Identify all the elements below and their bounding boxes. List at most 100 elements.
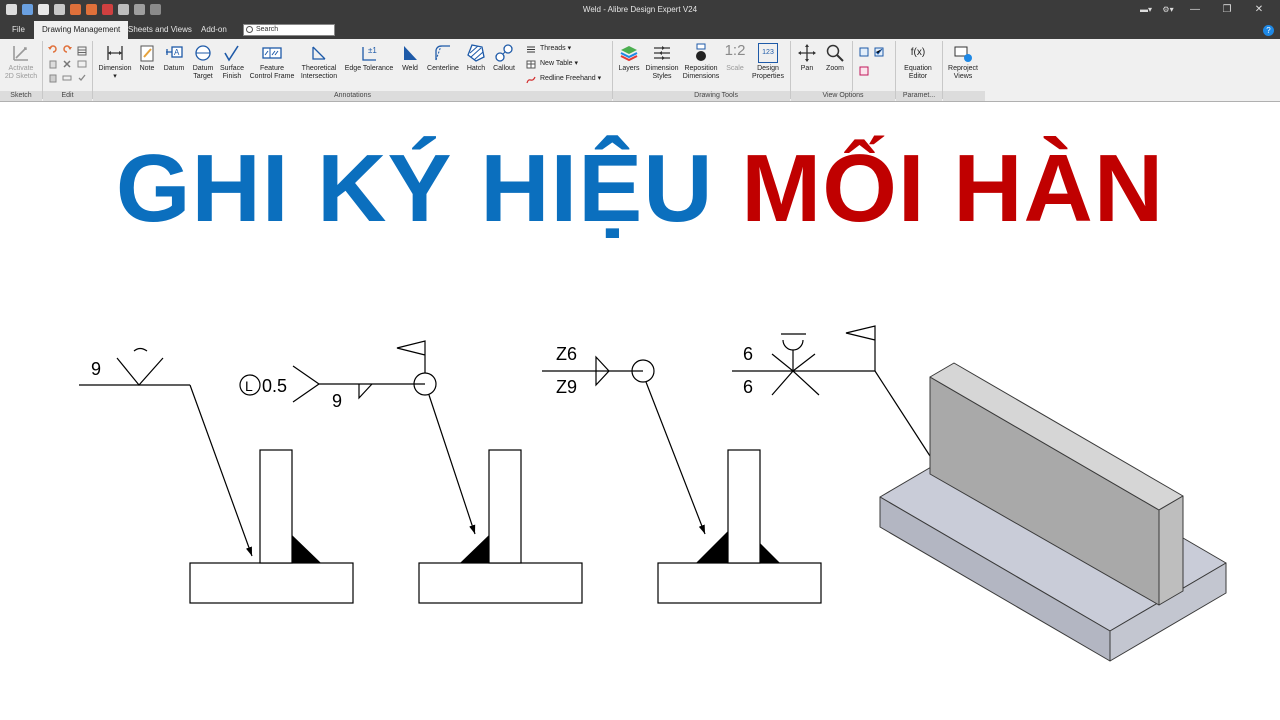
surface-finish-icon: [224, 45, 239, 62]
copy-icon[interactable]: [48, 59, 58, 69]
weld-drawing: 9 L 0.5 9 Z6 Z9 6 6: [79, 325, 1227, 662]
weld-symbol-3: Z6 Z9: [542, 344, 706, 535]
zoom-icon: [826, 44, 844, 62]
datum-target-label-2: Target: [193, 73, 213, 80]
hatch-label: Hatch: [466, 65, 486, 72]
threads-icon: [527, 46, 535, 53]
dimension-label: Dimension: [98, 65, 132, 72]
equation-editor-button[interactable]: f(x) Equation Editor: [898, 41, 938, 81]
redline-freehand-button[interactable]: Redline Freehand ▾: [526, 73, 601, 85]
reproject-views-icon: [954, 46, 972, 62]
hatch-icon: [467, 44, 485, 62]
redline-icon: [526, 76, 536, 84]
reposition-label-2: Dimensions: [682, 73, 720, 80]
dimension-icon: [107, 46, 123, 60]
close-button[interactable]: ✕: [1246, 2, 1272, 18]
weld-top-label: 6: [743, 344, 753, 364]
threads-label: Threads: [540, 45, 566, 52]
search-input[interactable]: Search: [243, 24, 335, 36]
datum-button[interactable]: A Datum: [160, 41, 188, 73]
activate-2d-sketch-button[interactable]: Activate 2D Sketch: [4, 41, 38, 81]
svg-text:A: A: [174, 48, 180, 57]
tab-sheets-and-views[interactable]: Sheets and Views: [120, 21, 200, 39]
new-table-button[interactable]: New Table ▾: [526, 58, 578, 70]
dimension-styles-label-2: Styles: [652, 73, 672, 80]
minimize-button[interactable]: —: [1182, 2, 1208, 18]
check-icon[interactable]: [77, 73, 87, 83]
zoom-button[interactable]: Zoom: [822, 41, 848, 73]
delete-icon[interactable]: [62, 59, 72, 69]
callout-button[interactable]: Callout: [490, 41, 518, 73]
note-icon: [140, 45, 154, 62]
note-button[interactable]: Note: [135, 41, 159, 73]
search-placeholder: Search: [256, 26, 279, 33]
pan-icon: [798, 44, 816, 62]
dimension-styles-button[interactable]: Dimension Styles: [644, 41, 680, 81]
help-icon[interactable]: ?: [1263, 25, 1274, 36]
layers-button[interactable]: Layers: [615, 41, 643, 73]
threads-button[interactable]: Threads ▾: [526, 43, 571, 55]
group-label-drawing-tools: Drawing Tools: [613, 91, 790, 101]
dimension-styles-icon: [654, 46, 670, 60]
pan-button[interactable]: Pan: [794, 41, 820, 73]
drawing-canvas[interactable]: GHI KÝ HIỆU MỐI HÀN 9 L 0.5 9 Z6 Z9 6 6: [0, 102, 1280, 720]
display-options-icon[interactable]: ▬▾: [1138, 2, 1154, 18]
scale-button[interactable]: 1:2 Scale: [722, 41, 748, 73]
tee-joint-1: [189, 449, 354, 604]
isometric-tee-joint: [879, 362, 1227, 662]
tab-add-on[interactable]: Add-on: [193, 21, 235, 39]
design-properties-label-2: Properties: [752, 73, 784, 80]
view-display-icon[interactable]: [859, 66, 869, 76]
sketch-icon: [13, 46, 28, 61]
redline-freehand-label: Redline Freehand: [540, 75, 596, 82]
table-icon: [526, 60, 536, 69]
undo-icon[interactable]: [48, 44, 58, 54]
centerline-label: Centerline: [427, 65, 459, 72]
feature-control-frame-button[interactable]: Feature Control Frame: [248, 41, 296, 81]
length-prefix-label: L: [245, 378, 253, 394]
activate-label-1: Activate: [8, 65, 34, 72]
group-label-view-options: View Options: [791, 91, 895, 101]
measure-icon[interactable]: [62, 73, 72, 83]
ribbon: Activate 2D Sketch Dimension ▾ Note A Da…: [0, 39, 985, 101]
edge-tolerance-icon: ±1: [362, 46, 377, 61]
group-label-sketch: Sketch: [0, 91, 42, 101]
equation-editor-icon: f(x): [906, 43, 930, 63]
theoretical-intersection-label-1: Theoretical: [301, 65, 337, 72]
ribbon-empty-area: [985, 39, 1280, 101]
weld-length-label: 0.5: [262, 376, 287, 396]
tab-file[interactable]: File: [4, 21, 33, 39]
title-bar: Weld - Alibre Design Expert V24 ▬▾ ⚙▾ — …: [0, 0, 1280, 21]
feature-control-frame-label-2: Control Frame: [249, 73, 295, 80]
weld-size-label: 9: [91, 359, 101, 379]
design-properties-button[interactable]: 123 Design Properties: [750, 41, 786, 81]
dropdown-arrow-icon[interactable]: ▾: [95, 73, 135, 81]
tab-drawing-management[interactable]: Drawing Management: [34, 21, 129, 39]
redo-icon[interactable]: [62, 44, 72, 54]
theoretical-intersection-icon: [312, 46, 326, 60]
theoretical-intersection-button[interactable]: Theoretical Intersection: [298, 41, 340, 81]
hatch-button[interactable]: Hatch: [463, 41, 489, 73]
layers-label: Layers: [618, 65, 640, 72]
properties-icon[interactable]: [77, 59, 87, 69]
datum-label: Datum: [163, 65, 185, 72]
paste-icon[interactable]: [48, 73, 58, 83]
restore-button[interactable]: ❐: [1214, 2, 1240, 18]
reposition-dimensions-button[interactable]: Reposition Dimensions: [681, 41, 721, 81]
edge-tolerance-button[interactable]: ±1 Edge Tolerance: [342, 41, 396, 73]
view-toggle-icon[interactable]: [859, 47, 869, 57]
app-window: Weld - Alibre Design Expert V24 ▬▾ ⚙▾ — …: [0, 0, 1280, 720]
weld-bottom-label: 6: [743, 377, 753, 397]
dimension-button[interactable]: Dimension ▾: [95, 41, 135, 81]
grid-icon[interactable]: [77, 46, 87, 56]
centerline-button[interactable]: Centerline: [425, 41, 461, 73]
weld-button[interactable]: Weld: [398, 41, 422, 73]
reproject-views-button[interactable]: Reproject Views: [944, 41, 982, 81]
settings-gear-icon[interactable]: ⚙▾: [1160, 2, 1176, 18]
view-check-icon[interactable]: [874, 47, 884, 57]
surface-finish-button[interactable]: Surface Finish: [217, 41, 247, 81]
weld-icon: [404, 46, 417, 60]
datum-target-button[interactable]: Datum Target: [189, 41, 217, 81]
tee-joint-2: [418, 449, 583, 604]
design-properties-icon: 123: [758, 43, 778, 63]
